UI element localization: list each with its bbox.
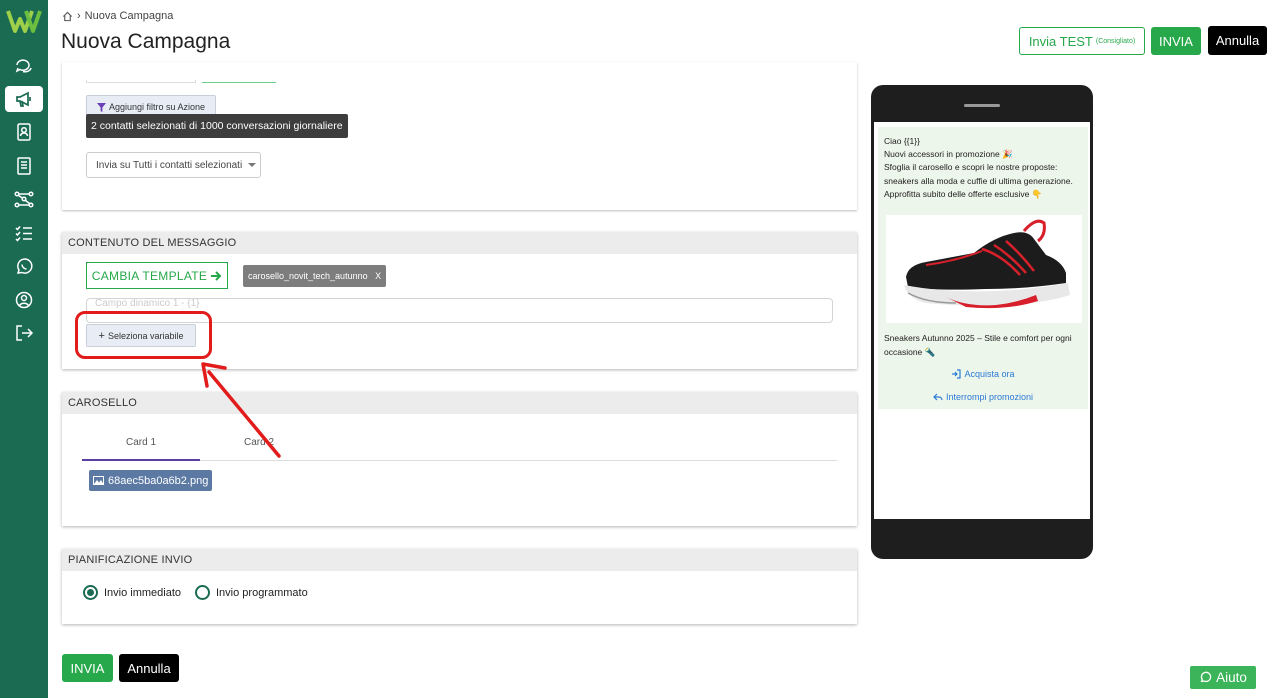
filters-card: Aggiungi filtro su Azione 2 contatti sel… bbox=[62, 62, 857, 210]
help-label: Aiuto bbox=[1216, 670, 1247, 685]
help-button[interactable]: Aiuto bbox=[1189, 665, 1257, 690]
selected-contacts-badge: 2 contatti selezionati di 1000 conversaz… bbox=[86, 114, 348, 138]
breadcrumb-current: Nuova Campagna bbox=[84, 10, 174, 22]
phone-preview: Ciao {{1}} Nuovi accessori in promozione… bbox=[871, 85, 1093, 559]
whatsapp-icon bbox=[1200, 671, 1212, 683]
carousel-card: CAROSELLO Card 1 Card 2 68aec5ba0a6b2.pn… bbox=[62, 392, 857, 526]
radio-scheduled-label: Invio programmato bbox=[216, 586, 308, 599]
annotation-arrow bbox=[201, 362, 281, 458]
app-logo[interactable] bbox=[6, 8, 42, 34]
reply-icon bbox=[933, 393, 943, 401]
annotation-highlight-box bbox=[75, 311, 212, 359]
send-button[interactable]: INVIA bbox=[1151, 27, 1201, 55]
change-template-button[interactable]: CAMBIA TEMPLATE bbox=[86, 262, 228, 289]
change-template-label: CAMBIA TEMPLATE bbox=[91, 268, 208, 283]
login-icon bbox=[952, 369, 962, 379]
footer-send-button[interactable]: INVIA bbox=[62, 654, 113, 682]
sidebar bbox=[0, 0, 48, 698]
home-icon[interactable] bbox=[62, 11, 73, 22]
image-file-name: 68aec5ba0a6b2.png bbox=[108, 474, 209, 487]
image-file-chip[interactable]: 68aec5ba0a6b2.png bbox=[89, 470, 213, 491]
remove-template-icon[interactable]: X bbox=[375, 271, 381, 281]
tasks-icon[interactable] bbox=[9, 220, 39, 246]
add-action-filter-label: Aggiungi filtro su Azione bbox=[108, 102, 206, 112]
image-icon bbox=[93, 476, 104, 485]
page-title: Nuova Campagna bbox=[61, 30, 231, 53]
send-to-select[interactable]: Invia su Tutti i contatti selezionati bbox=[86, 152, 261, 178]
footer-cancel-button[interactable]: Annulla bbox=[119, 654, 179, 682]
templates-icon[interactable] bbox=[9, 153, 39, 179]
carousel-section-title: CAROSELLO bbox=[62, 392, 857, 414]
contacts-icon[interactable] bbox=[9, 119, 39, 145]
radio-checked-icon bbox=[83, 585, 98, 600]
radio-immediate[interactable]: Invio immediato bbox=[83, 585, 181, 600]
stop-promotions-button[interactable]: Interrompi promozioni bbox=[878, 392, 1088, 402]
stop-promotions-label: Interrompi promozioni bbox=[945, 392, 1034, 402]
schedule-section-title: PIANIFICAZIONE INVIO bbox=[62, 549, 857, 571]
breadcrumb-separator: › bbox=[77, 10, 81, 22]
radio-immediate-label: Invio immediato bbox=[104, 586, 182, 599]
breadcrumb: › Nuova Campagna bbox=[62, 10, 173, 22]
message-bubble: Ciao {{1}} Nuovi accessori in promozione… bbox=[878, 127, 1088, 409]
send-to-select-value: Invia su Tutti i contatti selezionati bbox=[96, 159, 243, 171]
phone-screen: Ciao {{1}} Nuovi accessori in promozione… bbox=[874, 122, 1090, 519]
send-test-label: Invia TEST bbox=[1028, 33, 1093, 49]
send-test-button[interactable]: Invia TEST (Consigliato) bbox=[1019, 27, 1145, 55]
radio-scheduled[interactable]: Invio programmato bbox=[195, 585, 308, 600]
cancel-button[interactable]: Annulla bbox=[1208, 26, 1267, 55]
card-caption: Sneakers Autunno 2025 – Stile e comfort … bbox=[884, 333, 1072, 357]
chat-icon[interactable] bbox=[9, 53, 39, 79]
clipped-field bbox=[86, 80, 196, 83]
tab-card-1[interactable]: Card 1 bbox=[82, 436, 200, 461]
radio-unchecked-icon bbox=[195, 585, 210, 600]
preview-message-text: Ciao {{1}} Nuovi accessori in promozione… bbox=[884, 136, 1073, 199]
buy-now-button[interactable]: Acquista ora bbox=[878, 369, 1088, 379]
caret-down-icon bbox=[248, 163, 257, 167]
flows-icon[interactable] bbox=[9, 186, 39, 212]
megaphone-icon[interactable] bbox=[5, 86, 43, 112]
buy-now-label: Acquista ora bbox=[964, 369, 1015, 379]
dynamic-field-placeholder: Campo dinamico 1 - {1} bbox=[95, 298, 200, 309]
filter-icon bbox=[96, 102, 106, 112]
template-tag-label: carosello_novit_tech_autunno bbox=[248, 271, 368, 281]
message-section-title: CONTENUTO DEL MESSAGGIO bbox=[62, 232, 857, 254]
send-test-note: (Consigliato) bbox=[1095, 37, 1136, 45]
schedule-card: PIANIFICAZIONE INVIO Invio immediato Inv… bbox=[62, 549, 857, 624]
phone-speaker bbox=[964, 104, 1000, 107]
clipped-field bbox=[202, 80, 276, 83]
whatsapp-icon[interactable] bbox=[9, 254, 39, 280]
sneaker-image bbox=[886, 215, 1082, 323]
user-icon[interactable] bbox=[9, 287, 39, 313]
template-tag: carosello_novit_tech_autunno X bbox=[243, 265, 387, 287]
arrow-right-icon bbox=[211, 270, 222, 281]
logout-icon[interactable] bbox=[9, 320, 39, 346]
